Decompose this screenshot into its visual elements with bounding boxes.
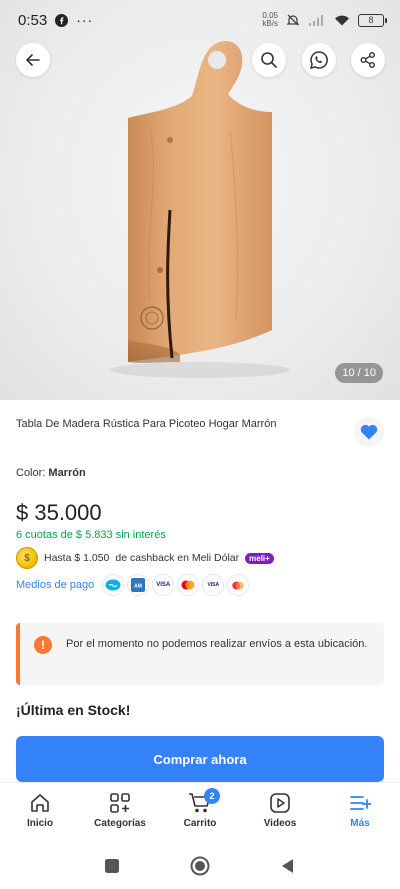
- back-button[interactable]: [16, 43, 50, 77]
- mastercard-icon: [177, 574, 200, 596]
- warning-icon: !: [34, 636, 52, 654]
- whatsapp-icon: [309, 51, 328, 70]
- nav-item-videos[interactable]: Videos: [240, 792, 320, 829]
- visa-label: VISA: [156, 582, 171, 588]
- visa-icon: VISA: [152, 574, 175, 596]
- product-title: Tabla De Madera Rústica Para Picoteo Hog…: [16, 418, 277, 430]
- home-circle-icon[interactable]: [190, 856, 210, 876]
- color-value: Marrón: [48, 467, 86, 479]
- wifi-icon: [335, 15, 349, 26]
- share-button[interactable]: [351, 43, 385, 77]
- nav-label-mas: Más: [350, 818, 370, 829]
- favorite-button[interactable]: [354, 417, 384, 447]
- mercadopago-icon: [102, 574, 125, 596]
- nav-label-carrito: Carrito: [183, 818, 217, 829]
- status-left: 0:53 ···: [18, 12, 93, 29]
- product-image: [110, 41, 290, 378]
- nav-item-mas[interactable]: Más: [320, 792, 400, 829]
- battery-icon: 8: [358, 13, 387, 27]
- payment-icons: AM VISA VISA: [102, 574, 250, 596]
- net-speed: 0.05 kB/s: [262, 12, 278, 28]
- visa-debit-label: VISA: [207, 582, 220, 588]
- system-navigation: [0, 842, 400, 889]
- amex-icon: AM: [127, 574, 150, 596]
- image-counter: 10 / 10: [335, 363, 383, 383]
- back-icon: [26, 54, 40, 66]
- net-speed-unit: kB/s: [262, 19, 278, 28]
- nav-item-categorias[interactable]: Categorías: [80, 792, 160, 829]
- facebook-icon: [55, 13, 69, 27]
- status-right: 0.05 kB/s 8: [262, 12, 387, 28]
- buy-now-button[interactable]: Comprar ahora: [16, 736, 384, 782]
- heart-icon: [360, 424, 378, 440]
- meli-dollar-coin-icon: $: [16, 547, 38, 569]
- cashback-text: de cashback en Meli Dólar: [115, 552, 240, 564]
- home-icon: [31, 794, 49, 812]
- share-icon: [360, 52, 375, 68]
- product-image-gallery[interactable]: 10 / 10: [0, 0, 400, 400]
- meli-plus-badge: meli+: [245, 552, 274, 564]
- mute-icon: [286, 14, 300, 26]
- video-icon: [270, 793, 290, 813]
- cashback-row: $ Hasta $ 1.050 de cashback en Meli Dóla…: [16, 547, 274, 569]
- visa-debit-icon: VISA: [202, 574, 225, 596]
- status-time: 0:53: [18, 11, 48, 29]
- color-row: Color: Marrón: [16, 467, 86, 479]
- more-notifications-icon: ···: [76, 12, 94, 28]
- recents-icon[interactable]: [104, 858, 120, 874]
- nav-label-videos: Videos: [263, 818, 297, 829]
- payment-methods-link[interactable]: Medios de pago: [16, 579, 94, 591]
- payment-methods-row[interactable]: Medios de pago AM VISA VISA: [16, 574, 250, 596]
- menu-plus-icon: [350, 796, 371, 810]
- mastercard-debit-icon: [227, 574, 250, 596]
- price: $ 35.000: [16, 500, 102, 525]
- battery-level: 8: [368, 15, 374, 25]
- installments: 6 cuotas de $ 5.833 sin interés: [16, 529, 166, 541]
- categories-icon: [110, 793, 130, 813]
- whatsapp-button[interactable]: [302, 43, 336, 77]
- signal-icon: [309, 15, 323, 26]
- notice-text: Por el momento no podemos realizar envío…: [66, 638, 368, 650]
- nav-label-categorias: Categorías: [94, 818, 146, 829]
- nav-item-inicio[interactable]: Inicio: [0, 792, 80, 829]
- search-button[interactable]: [252, 43, 286, 77]
- back-triangle-icon[interactable]: [280, 858, 296, 874]
- nav-label-inicio: Inicio: [26, 818, 54, 829]
- status-bar: 0:53 ··· 0.05 kB/s 8: [0, 0, 400, 40]
- bottom-navigation: Inicio Categorías 2 Carrito Videos Más: [0, 782, 400, 842]
- shipping-notice: ! Por el momento no podemos realizar env…: [16, 623, 384, 685]
- nav-item-carrito[interactable]: 2 Carrito: [160, 788, 240, 829]
- stock-status: ¡Última en Stock!: [16, 702, 131, 718]
- search-icon: [261, 52, 277, 68]
- cart-count-badge: 2: [204, 788, 220, 804]
- color-label: Color:: [16, 467, 46, 479]
- svg-text:AM: AM: [134, 584, 142, 590]
- cashback-amount: Hasta $ 1.050: [44, 552, 110, 564]
